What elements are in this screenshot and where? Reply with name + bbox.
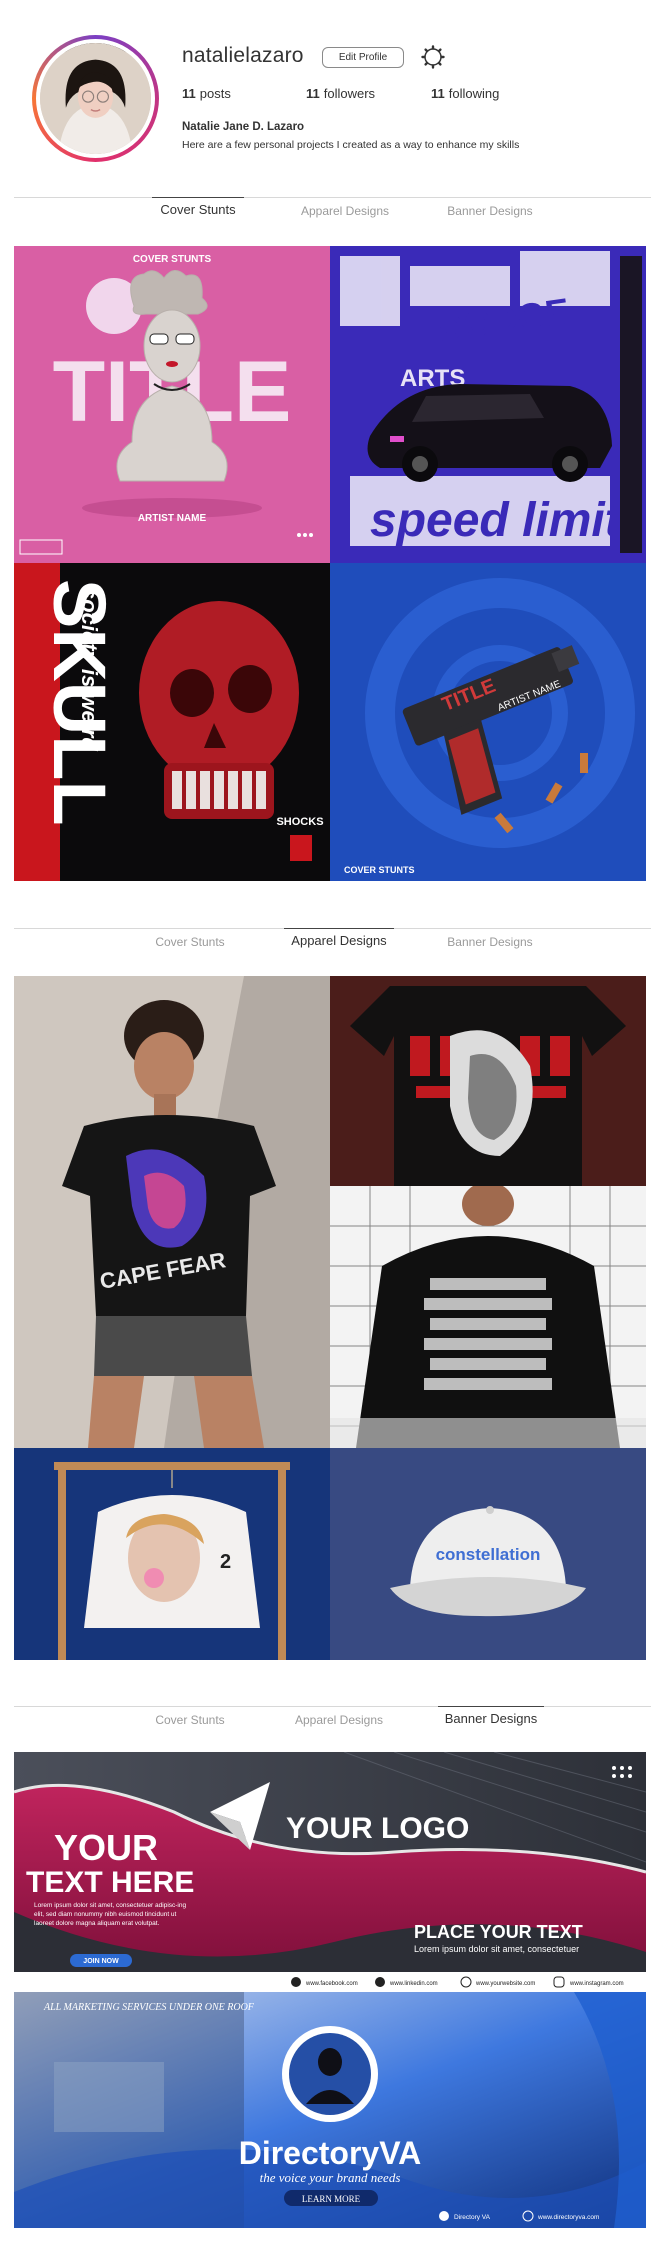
banner1-instagram-url[interactable]: www.instagram.com (569, 1981, 624, 1987)
tab-banner-designs[interactable]: Banner Designs (440, 204, 540, 218)
banner-your-logo-post[interactable]: YOUR TEXT HERE Lorem ipsum dolor sit ame… (14, 1752, 646, 1992)
apparel-cap-post[interactable]: constellation (330, 1448, 646, 1660)
banner1-facebook-url[interactable]: www.facebook.com (305, 1981, 358, 1987)
active-tab-indicator (284, 928, 394, 929)
cover-skull-post[interactable]: SKULL society is weird SHOCKS (14, 563, 330, 881)
following-stat[interactable]: 11 following (431, 86, 499, 101)
medusa-artist-text: ARTIST NAME (138, 513, 207, 524)
cover-car-post[interactable]: DODGE ARTS speed limit (330, 246, 646, 563)
edit-profile-button[interactable]: Edit Profile (322, 47, 404, 68)
banner2-subtext: the voice your brand needs (260, 2170, 401, 2185)
tab-banner-designs[interactable]: Banner Designs (438, 1711, 544, 1726)
cover-medusa-post[interactable]: COVER STUNTS TITLE ARTIST NAME (14, 246, 330, 563)
apparel-rack-hoodie-post[interactable]: 2 (14, 1448, 330, 1660)
apparel-black-tshirt-post[interactable] (330, 976, 646, 1186)
tab-apparel-designs[interactable]: Apparel Designs (290, 204, 400, 218)
tab-banner-designs[interactable]: Banner Designs (440, 935, 540, 949)
posts-stat[interactable]: 11 posts (182, 86, 231, 101)
following-label: following (448, 86, 500, 101)
svg-text:2: 2 (220, 1551, 231, 1573)
avatar-portrait (40, 43, 151, 154)
banner-directoryva-post[interactable]: ALL MARKETING SERVICES UNDER ONE ROOF Di… (14, 1992, 646, 2228)
profile-avatar-ring[interactable] (32, 35, 159, 162)
banner1-headline-2: TEXT HERE (26, 1866, 194, 1899)
posts-label: posts (199, 86, 231, 101)
tab-divider (14, 197, 651, 198)
tab-cover-stunts[interactable]: Cover Stunts (152, 202, 244, 217)
banner2-learn-more-button[interactable]: LEARN MORE (302, 2194, 361, 2204)
profile-full-name: Natalie Jane D. Lazaro (182, 121, 305, 133)
followers-label: followers (323, 86, 376, 101)
banner1-website-url[interactable]: www.yourwebsite.com (475, 1981, 535, 1987)
linkedin-icon (375, 1977, 385, 1987)
profile-username: natalielazaro (182, 44, 304, 67)
banner1-linkedin-url[interactable]: www.linkedin.com (389, 1981, 438, 1987)
apparel-hoodie-post[interactable] (330, 1186, 646, 1448)
posts-count: 11 (182, 86, 196, 101)
facebook-icon (439, 2211, 449, 2221)
followers-count: 11 (306, 86, 320, 101)
medusa-header-text: COVER STUNTS (133, 254, 212, 265)
cap-text: constellation (436, 1545, 541, 1564)
gun-footer-text: COVER STUNTS (344, 865, 415, 875)
banner1-logo-text: YOUR LOGO (286, 1812, 469, 1845)
following-count: 11 (431, 86, 445, 101)
banner1-place-subtext: Lorem ipsum dolor sit amet, consectetuer (414, 1944, 579, 1954)
profile-bio: Here are a few personal projects I creat… (182, 139, 520, 151)
banner2-facebook-text[interactable]: Directory VA (454, 2214, 491, 2221)
banner2-brand-text: DirectoryVA (239, 2135, 422, 2171)
banner2-tagline: ALL MARKETING SERVICES UNDER ONE ROOF (43, 2002, 255, 2013)
followers-stat[interactable]: 11 followers (306, 86, 375, 101)
avatar (36, 39, 155, 158)
facebook-icon (291, 1977, 301, 1987)
banner1-body-text: Lorem ipsum dolor sit amet, consectetuer… (34, 1902, 187, 1927)
tab-apparel-designs[interactable]: Apparel Designs (284, 1713, 394, 1727)
active-tab-indicator (152, 197, 244, 198)
car-speed-text: speed limit (370, 494, 623, 547)
tab-cover-stunts[interactable]: Cover Stunts (140, 935, 240, 949)
tab-cover-stunts[interactable]: Cover Stunts (140, 1713, 240, 1727)
banner1-join-button[interactable]: JOIN NOW (83, 1958, 119, 1965)
skull-tag-text: society is weird (77, 587, 102, 751)
settings-gear-icon[interactable] (420, 44, 446, 70)
banner2-website-text[interactable]: www.directoryva.com (537, 2214, 599, 2221)
skull-logo-text: SHOCKS (276, 816, 323, 828)
apparel-tshirt-model-post[interactable]: CAPE FEAR (14, 976, 330, 1448)
tab-divider (14, 1706, 651, 1707)
cover-gun-post[interactable]: TITLE ARTIST NAME COVER STUNTS (330, 563, 646, 881)
banner1-headline-1: YOUR (54, 1827, 158, 1868)
banner1-place-text: PLACE YOUR TEXT (414, 1922, 583, 1942)
tab-apparel-designs[interactable]: Apparel Designs (284, 933, 394, 948)
active-tab-indicator (438, 1706, 544, 1707)
